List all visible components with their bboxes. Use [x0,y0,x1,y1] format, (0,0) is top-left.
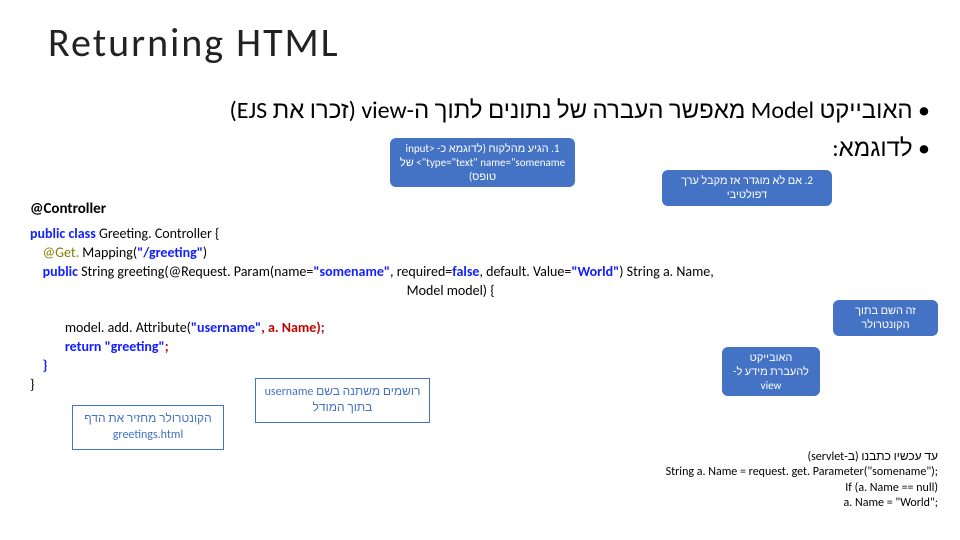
addattr-close: , a. Name); [261,319,324,336]
callout-input-source: 1. הגיע מהלקוח (לדוגמא כ- <input type="t… [390,138,575,187]
servlet-l3: a. Name = "World"; [843,496,938,510]
mapping-path: "/greeting" [137,244,203,261]
callout-frame-username: רושמים משתנה בשם username בתוך המודל [255,378,430,423]
kw-return: return [30,338,105,355]
kw-public-class: public class [30,225,99,242]
controller-annotation: @Controller [30,200,106,218]
param-aname: ) String a. Name, [619,263,714,280]
servlet-head: עד עכשיו כתבנו (ב-servlet) [666,450,938,466]
comma-required: , required= [390,263,452,280]
close-brace-outer: } [30,376,34,393]
username-str: "username" [191,319,261,336]
classname: Greeting. Controller { [99,225,219,242]
bullet-1: • האובייקט Model מאפשר העברה של נתונים ל… [230,96,931,125]
addattr-open: model. add. Attribute( [30,319,191,336]
method-sig: String greeting(@Request. Param(name= [81,263,313,280]
bullet-2: • לדוגמא: [832,134,930,163]
mapping-open: Mapping( [82,244,137,261]
comma-default: , default. Value= [479,263,571,280]
servlet-l1: String a. Name = request. get. Parameter… [666,465,938,479]
callout-frame-return-html: הקונטרולר מחזיר את הדף greetings.html [72,405,224,450]
code-block: public class Greeting. Controller { @Get… [30,225,940,395]
mapping-close: ) [203,244,207,261]
default-world: "World" [571,263,619,280]
param-name-val: "somename" [313,263,390,280]
servlet-l2: If (a. Name == null) [845,481,938,495]
servlet-note: עד עכשיו כתבנו (ב-servlet) String a. Nam… [666,450,938,512]
callout-default-value: 2. אם לא מוגדר אז מקבל ערך דפולטיבי [662,170,832,206]
slide-title: Returning HTML [48,18,340,67]
kw-public: public [30,263,81,280]
return-greeting: "greeting" [105,338,165,355]
required-false: false [452,263,479,280]
close-brace-inner: } [30,357,47,374]
model-param: Model model) { [30,282,495,299]
ann-getmapping: @Get. [30,244,82,261]
semi: ; [165,338,169,355]
